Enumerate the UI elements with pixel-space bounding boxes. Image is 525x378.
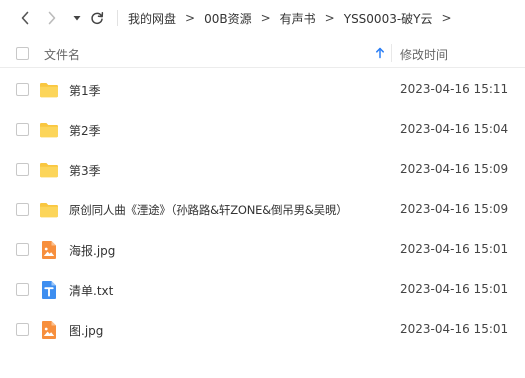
file-row[interactable]: 海报.jpg 2023-04-16 15:01 — [0, 230, 525, 270]
breadcrumb-separator: > — [185, 11, 196, 25]
chevron-right-icon — [48, 11, 56, 25]
breadcrumb-item-my-drive[interactable]: 我的网盘 — [128, 10, 176, 27]
refresh-button[interactable] — [88, 9, 106, 27]
file-name[interactable]: 海报.jpg — [69, 242, 115, 259]
row-checkbox[interactable] — [16, 163, 29, 176]
breadcrumb-separator: > — [324, 11, 335, 25]
row-checkbox[interactable] — [16, 243, 29, 256]
image-file-icon — [42, 321, 56, 339]
image-file-icon — [42, 241, 56, 259]
breadcrumb-separator: > — [260, 11, 271, 25]
folder-icon — [40, 83, 58, 98]
row-checkbox[interactable] — [16, 283, 29, 296]
sort-ascending-icon[interactable] — [375, 47, 385, 59]
caret-down-icon — [73, 16, 81, 21]
breadcrumb-item-audiobooks[interactable]: 有声书 — [280, 10, 316, 27]
file-row[interactable]: 第1季 2023-04-16 15:11 — [0, 70, 525, 110]
folder-icon — [40, 203, 58, 218]
file-modified-time: 2023-04-16 15:11 — [400, 82, 509, 96]
folder-icon — [40, 163, 58, 178]
forward-button[interactable] — [43, 9, 61, 27]
file-row[interactable]: 第3季 2023-04-16 15:09 — [0, 150, 525, 190]
column-header-filename[interactable]: 文件名 — [44, 46, 80, 63]
column-divider[interactable] — [391, 44, 392, 62]
row-checkbox[interactable] — [16, 123, 29, 136]
breadcrumb-item-current-folder[interactable]: YSS0003-破Y云 — [344, 10, 433, 27]
file-row[interactable]: 原创同人曲《湮途》（孙路路&轩ZONE&倒吊男&吴晛） 2023-04-16 1… — [0, 190, 525, 230]
file-modified-time: 2023-04-16 15:01 — [400, 242, 509, 256]
row-checkbox[interactable] — [16, 83, 29, 96]
file-row[interactable]: 清单.txt 2023-04-16 15:01 — [0, 270, 525, 310]
text-file-icon — [42, 281, 56, 299]
file-name[interactable]: 图.jpg — [69, 322, 103, 339]
chevron-left-icon — [21, 11, 29, 25]
header-divider — [0, 67, 525, 68]
back-button[interactable] — [16, 9, 34, 27]
refresh-icon — [91, 12, 104, 25]
file-name[interactable]: 原创同人曲《湮途》（孙路路&轩ZONE&倒吊男&吴晛） — [69, 202, 348, 218]
file-name[interactable]: 第1季 — [69, 82, 101, 99]
toolbar: 我的网盘 > 00B资源 > 有声书 > YSS0003-破Y云 > — [0, 0, 525, 36]
breadcrumb-item-00b-resources[interactable]: 00B资源 — [204, 10, 252, 27]
select-all-checkbox[interactable] — [16, 47, 29, 60]
row-checkbox[interactable] — [16, 203, 29, 216]
file-modified-time: 2023-04-16 15:01 — [400, 322, 509, 336]
folder-icon — [40, 123, 58, 138]
file-modified-time: 2023-04-16 15:09 — [400, 202, 509, 216]
file-name[interactable]: 第3季 — [69, 162, 101, 179]
history-dropdown-button[interactable] — [68, 9, 86, 27]
file-row[interactable]: 图.jpg 2023-04-16 15:01 — [0, 310, 525, 350]
file-modified-time: 2023-04-16 15:01 — [400, 282, 509, 296]
file-name[interactable]: 清单.txt — [69, 282, 113, 299]
column-header-modified-time[interactable]: 修改时间 — [400, 46, 448, 63]
breadcrumb-separator: > — [441, 11, 452, 25]
breadcrumb: 我的网盘 > 00B资源 > 有声书 > YSS0003-破Y云 > — [128, 10, 461, 26]
file-row[interactable]: 第2季 2023-04-16 15:04 — [0, 110, 525, 150]
file-modified-time: 2023-04-16 15:04 — [400, 122, 509, 136]
toolbar-divider — [117, 10, 118, 26]
row-checkbox[interactable] — [16, 323, 29, 336]
file-modified-time: 2023-04-16 15:09 — [400, 162, 509, 176]
file-name[interactable]: 第2季 — [69, 122, 101, 139]
